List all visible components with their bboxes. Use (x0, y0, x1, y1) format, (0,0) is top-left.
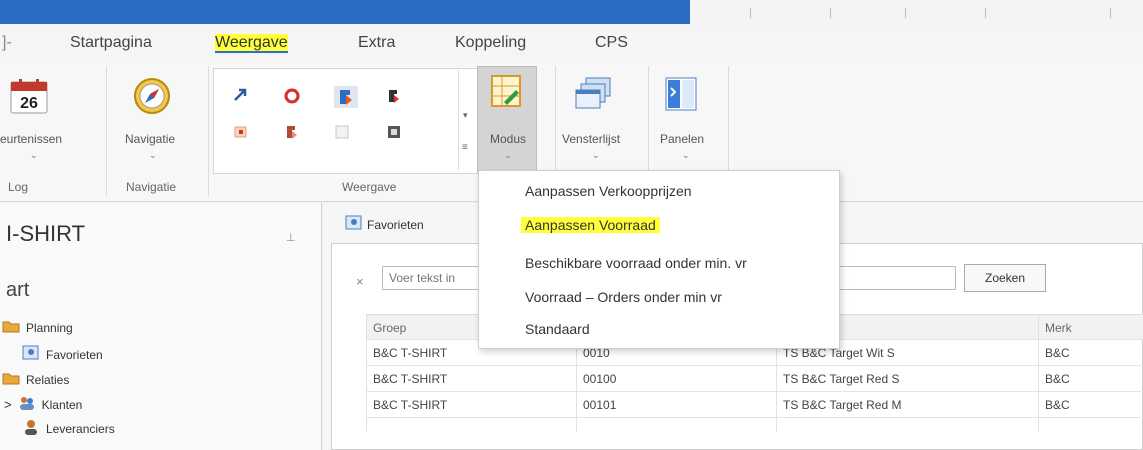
group-label-log: Log (8, 180, 29, 194)
tab-weergave-label: Weergave (215, 34, 288, 53)
tab-koppeling[interactable]: Koppeling (455, 34, 526, 52)
cell-omschrijving: TS B&C Target Red S (776, 366, 1038, 392)
chevron-down-icon[interactable]: ⌄ (504, 150, 512, 161)
search-button[interactable]: Zoeken (964, 264, 1046, 292)
panelen-button-label[interactable]: Panelen (660, 132, 704, 146)
clear-search-icon[interactable]: × (356, 274, 364, 289)
cell-empty (776, 418, 1038, 432)
customers-icon (18, 395, 36, 414)
chevron-down-icon[interactable]: ⌄ (682, 150, 690, 161)
cell-merk: B&C (1038, 340, 1143, 366)
title-bar-accent (0, 0, 690, 24)
ribbon-divider (208, 66, 209, 196)
tab-cps[interactable]: CPS (595, 34, 628, 52)
title-separator (750, 8, 751, 18)
window-list-icon[interactable] (574, 76, 614, 117)
title-separator (830, 8, 831, 18)
tree-item-klanten[interactable]: > Klanten (4, 395, 82, 414)
favorites-icon (345, 215, 363, 234)
tree-item-planning[interactable]: Planning (2, 319, 73, 336)
tree-item-label: Favorieten (46, 347, 103, 362)
cell-groep: B&C T-SHIRT (366, 366, 576, 392)
view-icon-refresh-red[interactable] (284, 88, 300, 104)
gallery-scroll-down-icon[interactable]: ▾ (463, 110, 468, 121)
panel-subtitle: art (6, 279, 30, 301)
favorites-icon (22, 345, 40, 364)
suppliers-icon (22, 419, 40, 438)
chevron-down-icon[interactable]: ⌄ (149, 150, 157, 161)
menu-item-standaard[interactable]: Standaard (525, 321, 590, 337)
gallery-scrollbar[interactable]: ▾ ≡ (458, 70, 474, 170)
calendar-day: 26 (20, 95, 38, 112)
tree-item-label: Klanten (41, 397, 83, 412)
navigatie-button-label[interactable]: Navigatie (125, 132, 175, 146)
view-icon-split[interactable] (284, 124, 298, 139)
panel-title: I-SHIRT (6, 221, 86, 246)
menu-item-beschikbare-voorraad[interactable]: Beschikbare voorraad onder min. vr (525, 255, 747, 271)
view-icon-dark[interactable] (386, 88, 400, 103)
tab-weergave[interactable]: Weergave (215, 34, 288, 53)
navigation-panel: I-SHIRT ⊥ art Planning Favorieten Relati… (0, 203, 322, 450)
title-separator (905, 8, 906, 18)
group-label-weergave: Weergave (342, 180, 397, 194)
tree-item-label: Relaties (26, 372, 70, 387)
cell-omschrijving: TS B&C Target Red M (776, 392, 1038, 418)
menu-item-aanpassen-voorraad[interactable]: Aanpassen Voorraad (521, 217, 660, 233)
cell-code: 00101 (576, 392, 776, 418)
view-gallery (213, 68, 478, 174)
menu-item-aanpassen-verkoopprijzen[interactable]: Aanpassen Verkoopprijzen (525, 183, 692, 199)
chevron-down-icon[interactable]: ⌄ (592, 150, 600, 161)
tree-item-label: Planning (26, 320, 73, 335)
tab-favorieten-label: Favorieten (367, 217, 424, 232)
folder-icon (2, 371, 20, 388)
calendar-icon[interactable]: 26 (10, 78, 48, 117)
tab-favorieten[interactable]: Favorieten (345, 215, 424, 234)
modus-button-label[interactable]: Modus (490, 132, 526, 146)
menu-item-voorraad-orders[interactable]: Voorraad – Orders onder min vr (525, 289, 722, 305)
view-icon-blank[interactable] (334, 124, 349, 139)
view-icon-arrows[interactable] (233, 88, 247, 102)
column-header-merk[interactable]: Merk (1038, 315, 1143, 341)
menu-tabs: ]- Startpagina Weergave Extra Koppeling … (0, 26, 1143, 64)
expand-chevron-icon[interactable]: > (4, 397, 12, 412)
chevron-down-icon[interactable]: ⌄ (30, 150, 38, 161)
cell-code: 00100 (576, 366, 776, 392)
panels-icon[interactable] (664, 76, 698, 117)
tab-startpagina[interactable]: Startpagina (70, 34, 152, 52)
title-separator (985, 8, 986, 18)
title-separator (1110, 8, 1111, 18)
modus-dropdown-menu: Aanpassen Verkoopprijzen Aanpassen Voorr… (478, 170, 840, 349)
folder-icon (2, 319, 20, 336)
group-label-navigatie: Navigatie (126, 180, 177, 194)
tab-extra[interactable]: Extra (358, 34, 395, 52)
tree-item-favorieten[interactable]: Favorieten (22, 345, 103, 364)
cell-empty (576, 418, 776, 432)
title-bar (0, 0, 1143, 26)
tree-item-label: Leveranciers (46, 421, 115, 436)
compass-icon[interactable] (132, 76, 172, 119)
cell-empty (366, 418, 576, 432)
log-button-label[interactable]: eurtenissen (0, 132, 62, 146)
gallery-expand-icon[interactable]: ≡ (462, 142, 468, 153)
tab-fragment[interactable]: ]- (2, 34, 12, 52)
view-icon-selected[interactable] (334, 86, 358, 108)
table-row[interactable]: B&C T-SHIRT 00101 TS B&C Target Red M B&… (366, 392, 1143, 418)
table-row[interactable]: B&C T-SHIRT 00100 TS B&C Target Red S B&… (366, 366, 1143, 392)
vensterlijst-button-label[interactable]: Vensterlijst (562, 132, 620, 146)
cell-merk: B&C (1038, 366, 1143, 392)
cell-groep: B&C T-SHIRT (366, 392, 576, 418)
ribbon-divider (106, 66, 107, 196)
view-icon-export[interactable] (233, 124, 247, 138)
table-row-partial (366, 418, 1143, 432)
tree-item-relaties[interactable]: Relaties (2, 371, 69, 388)
cell-merk: B&C (1038, 392, 1143, 418)
tree-item-leveranciers[interactable]: Leveranciers (22, 419, 115, 438)
view-icon-document[interactable] (386, 124, 400, 138)
pin-icon[interactable]: ⊥ (286, 231, 296, 244)
table-edit-icon[interactable] (490, 74, 524, 113)
cell-empty (1038, 418, 1143, 432)
search-input-extension[interactable] (832, 266, 956, 290)
